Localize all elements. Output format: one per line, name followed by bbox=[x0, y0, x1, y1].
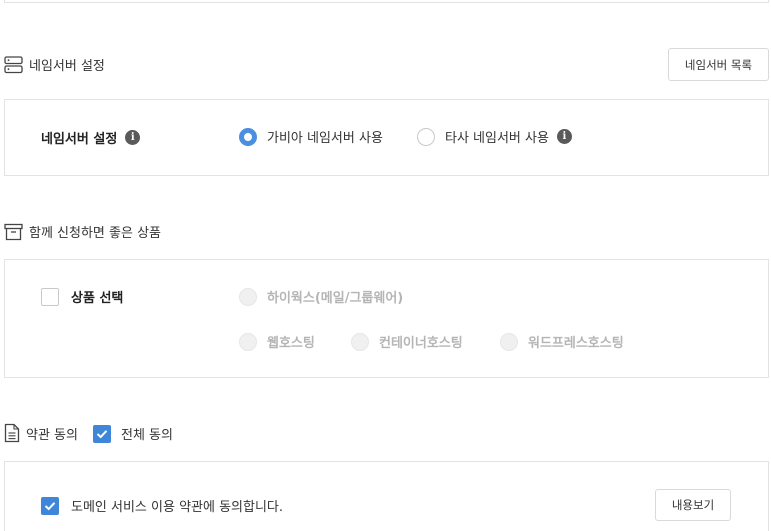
products-section-header: 함께 신청하면 좋은 상품 bbox=[4, 222, 161, 241]
document-icon bbox=[4, 423, 20, 443]
previous-section-panel bbox=[4, 0, 769, 3]
section-title: 네임서버 설정 bbox=[29, 59, 105, 74]
terms-item-label: 도메인 서비스 이용 약관에 동의합니다. bbox=[71, 500, 284, 515]
checkbox-checked-icon[interactable] bbox=[93, 424, 111, 443]
option-label: 타사 네임서버 사용 bbox=[445, 131, 549, 146]
info-icon[interactable]: i bbox=[556, 129, 572, 144]
radio-selected-icon[interactable] bbox=[239, 127, 257, 146]
terms-item-domain-service[interactable]: 도메인 서비스 이용 약관에 동의합니다. bbox=[41, 496, 283, 515]
server-icon bbox=[4, 55, 23, 74]
section-title: 약관 동의 bbox=[26, 427, 78, 443]
radio-disabled-icon[interactable] bbox=[500, 332, 518, 351]
product-select-checkbox[interactable]: 상품 선택 bbox=[41, 287, 123, 306]
radio-disabled-icon[interactable] bbox=[239, 287, 257, 306]
checkbox-checked-icon[interactable] bbox=[41, 496, 59, 515]
products-panel bbox=[4, 259, 769, 378]
agree-all-checkbox[interactable]: 전체 동의 bbox=[93, 424, 173, 443]
option-label: 가비아 네임서버 사용 bbox=[267, 131, 383, 146]
option-label: 웹호스팅 bbox=[267, 336, 315, 351]
section-title: 함께 신청하면 좋은 상품 bbox=[29, 226, 161, 241]
agree-all-label: 전체 동의 bbox=[121, 428, 173, 443]
radio-option-other-nameserver[interactable]: 타사 네임서버 사용 i bbox=[417, 127, 572, 146]
product-option-webhosting[interactable]: 웹호스팅 bbox=[239, 332, 315, 351]
radio-disabled-icon[interactable] bbox=[351, 332, 369, 351]
radio-unselected-icon[interactable] bbox=[417, 127, 435, 146]
checkbox-unchecked-icon[interactable] bbox=[41, 287, 59, 306]
product-select-label: 상품 선택 bbox=[71, 291, 124, 306]
info-icon[interactable]: i bbox=[125, 130, 141, 145]
terms-section-header: 약관 동의 bbox=[4, 423, 78, 443]
row-label-text: 네임서버 설정 bbox=[41, 132, 118, 147]
product-option-hiworks[interactable]: 하이웍스(메일/그룹웨어) bbox=[239, 287, 403, 306]
option-label: 하이웍스(메일/그룹웨어) bbox=[267, 291, 404, 306]
nameserver-list-button[interactable]: 네임서버 목록 bbox=[668, 48, 769, 81]
option-label: 워드프레스호스팅 bbox=[528, 336, 624, 351]
radio-option-gabia-nameserver[interactable]: 가비아 네임서버 사용 bbox=[239, 127, 383, 146]
nameserver-row-label: 네임서버 설정 i bbox=[41, 128, 141, 147]
option-label: 컨테이너호스팅 bbox=[379, 336, 463, 351]
product-option-container-hosting[interactable]: 컨테이너호스팅 bbox=[351, 332, 463, 351]
radio-disabled-icon[interactable] bbox=[239, 332, 257, 351]
product-option-wordpress-hosting[interactable]: 워드프레스호스팅 bbox=[500, 332, 624, 351]
view-terms-button[interactable]: 내용보기 bbox=[655, 489, 731, 521]
archive-box-icon bbox=[4, 223, 23, 241]
nameserver-section-header: 네임서버 설정 bbox=[4, 55, 105, 74]
